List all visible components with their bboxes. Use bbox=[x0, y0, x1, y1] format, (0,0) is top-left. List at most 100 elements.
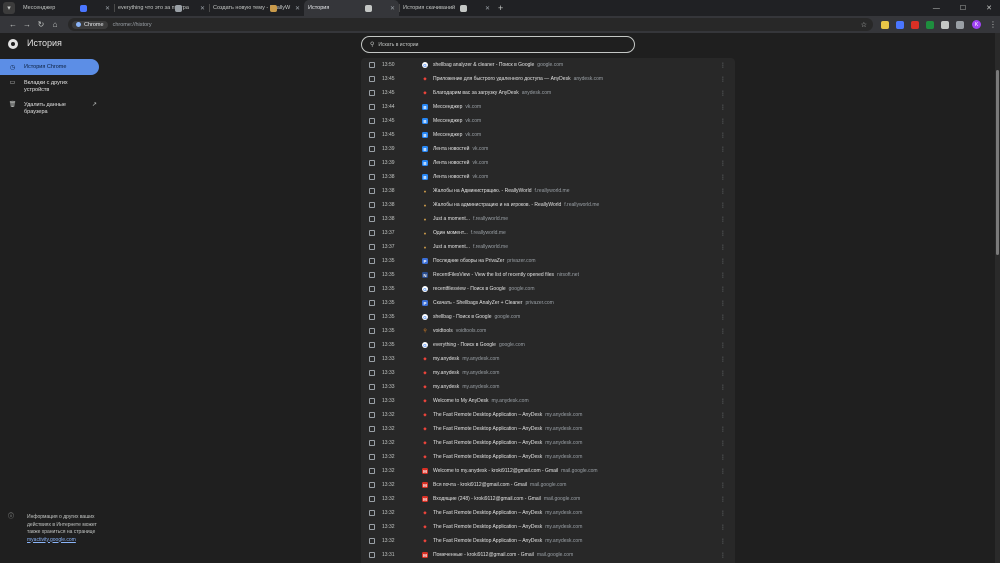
history-row[interactable]: 13:35 N RecentFilesView - View the list of… bbox=[361, 268, 735, 282]
row-checkbox[interactable] bbox=[369, 118, 375, 124]
row-menu-icon[interactable]: ⋮ bbox=[720, 258, 726, 265]
row-checkbox[interactable] bbox=[369, 104, 375, 110]
page-link[interactable]: my.anydesk my.anydesk.com bbox=[433, 370, 499, 376]
page-link[interactable]: Скачать - Shellbags AnalyZer + Cleaner pr… bbox=[433, 300, 554, 306]
history-row[interactable]: 13:35 Gshellbag - Поиск в Google google.co… bbox=[361, 310, 735, 324]
row-menu-icon[interactable]: ⋮ bbox=[720, 132, 726, 139]
history-row[interactable]: 13:37 ● Just a moment... f.reallyworld.me ⋮ bbox=[361, 240, 735, 254]
row-checkbox[interactable] bbox=[369, 524, 375, 530]
page-link[interactable]: Мессенджер vk.com bbox=[433, 104, 481, 110]
close-window-icon[interactable]: ✕ bbox=[986, 4, 992, 12]
page-link[interactable]: Welcome to My AnyDesk my.anydesk.com bbox=[433, 398, 529, 404]
page-link[interactable]: Входящие (248) - kroki9112@gmail.com - G… bbox=[433, 496, 580, 502]
extension-icon[interactable] bbox=[941, 20, 949, 29]
row-checkbox[interactable] bbox=[369, 510, 375, 516]
row-menu-icon[interactable]: ⋮ bbox=[720, 300, 726, 307]
back-icon[interactable]: ← bbox=[6, 20, 20, 29]
history-row[interactable]: 13:35 Geverything - Поиск в Google google.… bbox=[361, 338, 735, 352]
row-menu-icon[interactable]: ⋮ bbox=[720, 202, 726, 209]
page-link[interactable]: Один момент... f.reallyworld.me bbox=[433, 230, 506, 236]
row-checkbox[interactable] bbox=[369, 160, 375, 166]
page-link[interactable]: Приложение для быстрого удаленного досту… bbox=[433, 76, 603, 82]
row-checkbox[interactable] bbox=[369, 244, 375, 250]
history-row[interactable]: 13:35 Grecentfilesview - Поиск в Google go… bbox=[361, 282, 735, 296]
tab-search-button[interactable]: ▾ bbox=[3, 2, 15, 14]
extension-icon[interactable] bbox=[881, 20, 889, 29]
new-tab-button[interactable]: + bbox=[498, 3, 503, 13]
history-row[interactable]: 13:35 ⚲ voidtools voidtools.com ⋮ bbox=[361, 324, 735, 338]
row-menu-icon[interactable]: ⋮ bbox=[720, 538, 726, 545]
row-menu-icon[interactable]: ⋮ bbox=[720, 118, 726, 125]
history-row[interactable]: 13:31 M Помеченные - kroki9112@gmail.com -… bbox=[361, 548, 735, 562]
row-checkbox[interactable] bbox=[369, 272, 375, 278]
history-row[interactable]: 13:32 ◆ The Fast Remote Desktop Applicatio… bbox=[361, 422, 735, 436]
row-menu-icon[interactable]: ⋮ bbox=[720, 370, 726, 377]
row-menu-icon[interactable]: ⋮ bbox=[720, 328, 726, 335]
row-menu-icon[interactable]: ⋮ bbox=[720, 454, 726, 461]
tab-close-icon[interactable]: ✕ bbox=[200, 5, 205, 12]
row-checkbox[interactable] bbox=[369, 146, 375, 152]
history-row[interactable]: 13:45 B Мессенджер vk.com ⋮ bbox=[361, 128, 735, 142]
row-menu-icon[interactable]: ⋮ bbox=[720, 314, 726, 321]
sidebar-item-chrome-history[interactable]: ◷ История Chrome bbox=[0, 59, 99, 75]
page-link[interactable]: everything - Поиск в Google google.com bbox=[433, 342, 525, 348]
history-row[interactable]: 13:32 ◆ The Fast Remote Desktop Applicatio… bbox=[361, 436, 735, 450]
page-link[interactable]: Вся почта - kroki9112@gmail.com - Gmail m… bbox=[433, 482, 566, 488]
row-checkbox[interactable] bbox=[369, 356, 375, 362]
row-checkbox[interactable] bbox=[369, 76, 375, 82]
sidebar-item-other-devices[interactable]: ▭ Вкладки с других устройств bbox=[0, 77, 105, 97]
row-checkbox[interactable] bbox=[369, 300, 375, 306]
row-menu-icon[interactable]: ⋮ bbox=[720, 160, 726, 167]
history-row[interactable]: 13:33 ◆ my.anydesk my.anydesk.com ⋮ bbox=[361, 352, 735, 366]
row-checkbox[interactable] bbox=[369, 454, 375, 460]
forward-icon[interactable]: → bbox=[20, 20, 34, 29]
row-checkbox[interactable] bbox=[369, 230, 375, 236]
row-checkbox[interactable] bbox=[369, 468, 375, 474]
page-link[interactable]: Just a moment... f.reallyworld.me bbox=[433, 244, 508, 250]
row-menu-icon[interactable]: ⋮ bbox=[720, 398, 726, 405]
row-menu-icon[interactable]: ⋮ bbox=[720, 272, 726, 279]
page-link[interactable]: Welcome to my.anydesk - kroki9112@gmail.… bbox=[433, 468, 598, 474]
history-row[interactable]: 13:32 M Вся почта - kroki9112@gmail.com - … bbox=[361, 478, 735, 492]
tab-close-icon[interactable]: ✕ bbox=[295, 5, 300, 12]
extension-icon[interactable] bbox=[911, 20, 919, 29]
row-checkbox[interactable] bbox=[369, 286, 375, 292]
history-row[interactable]: 13:32 M Welcome to my.anydesk - kroki9112@… bbox=[361, 464, 735, 478]
row-checkbox[interactable] bbox=[369, 202, 375, 208]
tab-close-icon[interactable]: ✕ bbox=[105, 5, 110, 12]
browser-menu-icon[interactable]: ⋮ bbox=[989, 20, 997, 29]
row-checkbox[interactable] bbox=[369, 440, 375, 446]
row-checkbox[interactable] bbox=[369, 90, 375, 96]
row-checkbox[interactable] bbox=[369, 538, 375, 544]
tab[interactable]: everything что это за програ ✕ bbox=[114, 0, 209, 16]
maximize-icon[interactable]: ☐ bbox=[960, 4, 966, 12]
history-row[interactable]: 13:35 P Последние обзоры на PrivaZer privaz… bbox=[361, 254, 735, 268]
row-menu-icon[interactable]: ⋮ bbox=[720, 552, 726, 559]
bookmark-star-icon[interactable]: ☆ bbox=[861, 21, 867, 29]
history-row[interactable]: 13:38 ● Жалобы на Администрацию. - ReallyW… bbox=[361, 184, 735, 198]
page-link[interactable]: voidtools voidtools.com bbox=[433, 328, 486, 334]
tab[interactable]: История ✕ bbox=[304, 0, 399, 16]
row-menu-icon[interactable]: ⋮ bbox=[720, 482, 726, 489]
myactivity-link[interactable]: myactivity.google.com bbox=[27, 537, 76, 543]
tab[interactable]: История скачиваний ✕ bbox=[399, 0, 494, 16]
history-row[interactable]: 13:38 ● Just a moment... f.reallyworld.me ⋮ bbox=[361, 212, 735, 226]
row-menu-icon[interactable]: ⋮ bbox=[720, 342, 726, 349]
row-menu-icon[interactable]: ⋮ bbox=[720, 62, 726, 69]
extension-icon[interactable] bbox=[926, 20, 934, 29]
profile-avatar[interactable]: K bbox=[972, 20, 981, 29]
page-link[interactable]: shellbag analyzer & cleaner - Поиск в Go… bbox=[433, 62, 563, 68]
reload-icon[interactable]: ↻ bbox=[34, 20, 48, 29]
minimize-icon[interactable]: — bbox=[933, 5, 940, 12]
row-menu-icon[interactable]: ⋮ bbox=[720, 412, 726, 419]
page-link[interactable]: recentfilesview - Поиск в Google google.c… bbox=[433, 286, 535, 292]
row-menu-icon[interactable]: ⋮ bbox=[720, 426, 726, 433]
row-checkbox[interactable] bbox=[369, 496, 375, 502]
page-link[interactable]: my.anydesk my.anydesk.com bbox=[433, 384, 499, 390]
page-link[interactable]: The Fast Remote Desktop Application – An… bbox=[433, 440, 582, 446]
history-search-input[interactable] bbox=[378, 41, 619, 48]
history-row[interactable]: 13:45 ◆ Благодарим вас за загрузку AnyDesk… bbox=[361, 86, 735, 100]
history-row[interactable]: 13:39 B Лента новостей vk.com ⋮ bbox=[361, 142, 735, 156]
row-menu-icon[interactable]: ⋮ bbox=[720, 146, 726, 153]
row-checkbox[interactable] bbox=[369, 314, 375, 320]
